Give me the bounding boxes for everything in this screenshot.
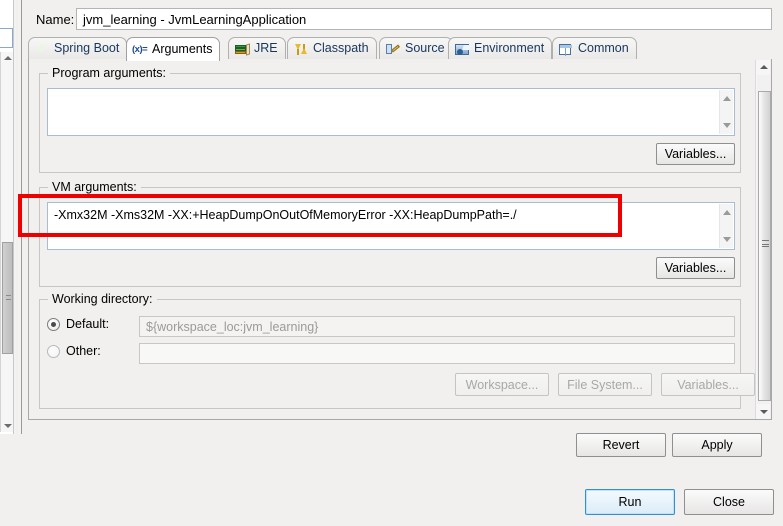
program-arguments-legend: Program arguments:	[48, 66, 170, 80]
arguments-tab-panel: Program arguments: Variables... VM argum…	[28, 59, 772, 420]
revert-button-label: Revert	[602, 438, 640, 452]
program-arguments-variables-label: Variables...	[664, 147, 727, 161]
vm-arguments-legend: VM arguments:	[48, 180, 141, 194]
apply-button[interactable]: Apply	[672, 433, 762, 457]
working-directory-variables-label: Variables...	[677, 377, 739, 392]
scroll-up-icon[interactable]	[756, 60, 771, 74]
run-button[interactable]: Run	[585, 489, 675, 515]
name-input[interactable]: jvm_learning - JvmLearningApplication	[76, 8, 772, 30]
scrollbar-grip-icon	[762, 240, 769, 247]
tab-jre-label: JRE	[254, 41, 278, 55]
working-directory-other-field[interactable]	[139, 343, 735, 364]
tab-jre[interactable]: JRE	[228, 37, 286, 60]
classpath-arrows-icon	[294, 42, 309, 57]
scrollbar-thumb[interactable]	[758, 91, 771, 401]
common-table-icon	[559, 42, 574, 57]
left-panel-scrollbar[interactable]	[0, 52, 13, 432]
tab-classpath-label: Classpath	[313, 41, 369, 55]
tab-environment-label: Environment	[474, 41, 545, 55]
scrollbar-track[interactable]	[757, 75, 771, 404]
vm-arguments-input[interactable]: -Xmx32M -Xms32M -XX:+HeapDumpOnOutOfMemo…	[47, 202, 735, 250]
tab-strip: Spring Boot (x)= Arguments JRE Classpath	[28, 37, 772, 61]
revert-button[interactable]: Revert	[576, 433, 666, 457]
environment-icon	[455, 42, 470, 57]
working-directory-other-radio[interactable]: Other:	[47, 344, 101, 358]
name-input-value: jvm_learning - JvmLearningApplication	[83, 12, 307, 27]
scroll-down-icon[interactable]	[3, 422, 12, 431]
tab-arguments[interactable]: (x)= Arguments	[126, 37, 221, 61]
left-panel-filter-field[interactable]	[0, 28, 13, 48]
arguments-panel-scrollbar[interactable]	[755, 60, 771, 419]
arguments-variable-icon: (x)=	[132, 44, 148, 55]
tab-source-label: Source	[405, 41, 445, 55]
tab-source[interactable]: Source	[379, 37, 453, 60]
tab-spring-boot-label: Spring Boot	[54, 41, 120, 55]
scroll-down-icon[interactable]	[723, 237, 731, 242]
source-pencil-icon	[386, 42, 401, 57]
panel-divider	[16, 0, 18, 434]
workspace-button[interactable]: Workspace...	[455, 373, 549, 396]
left-panel-scrollbar-thumb[interactable]	[2, 242, 13, 354]
program-arguments-input[interactable]	[47, 88, 735, 136]
apply-button-label: Apply	[701, 438, 733, 452]
working-directory-group: Working directory: Default: ${workspace_…	[39, 292, 755, 409]
program-arguments-variables-button[interactable]: Variables...	[656, 143, 735, 165]
working-directory-legend: Working directory:	[48, 292, 157, 306]
working-directory-default-label: Default:	[66, 317, 110, 331]
radio-unselected-icon	[47, 344, 60, 358]
scroll-up-icon[interactable]	[723, 96, 731, 101]
tab-common[interactable]: Common	[552, 37, 637, 60]
working-directory-default-value: ${workspace_loc:jvm_learning}	[146, 320, 319, 334]
name-label: Name:	[36, 12, 75, 27]
jre-books-icon	[235, 42, 250, 57]
working-directory-default-radio[interactable]: Default:	[47, 317, 109, 331]
workspace-button-label: Workspace...	[465, 377, 539, 392]
working-directory-variables-button[interactable]: Variables...	[661, 373, 755, 396]
tab-spring-boot[interactable]: Spring Boot	[28, 37, 128, 60]
scroll-up-icon[interactable]	[3, 53, 12, 62]
tab-environment[interactable]: Environment	[448, 37, 553, 60]
program-arguments-group: Program arguments: Variables...	[39, 66, 741, 173]
scroll-down-icon[interactable]	[723, 123, 731, 128]
launch-configuration-dialog: Name: jvm_learning - JvmLearningApplicat…	[0, 0, 783, 526]
spring-boot-icon	[35, 42, 50, 57]
scrollbar-grip-icon	[6, 295, 11, 300]
vm-arguments-scrollbar[interactable]	[719, 204, 733, 248]
scroll-down-icon[interactable]	[756, 405, 771, 419]
dialog-main: Name: jvm_learning - JvmLearningApplicat…	[22, 0, 783, 526]
working-directory-default-field: ${workspace_loc:jvm_learning}	[139, 316, 735, 337]
left-panel-background	[0, 0, 14, 434]
tab-common-label: Common	[578, 41, 629, 55]
radio-selected-icon	[47, 317, 60, 331]
name-row: Name: jvm_learning - JvmLearningApplicat…	[36, 8, 772, 32]
vm-arguments-value: -Xmx32M -Xms32M -XX:+HeapDumpOnOutOfMemo…	[54, 208, 517, 222]
vm-arguments-variables-button[interactable]: Variables...	[656, 257, 735, 279]
program-arguments-scrollbar[interactable]	[719, 90, 733, 134]
left-clipped-panel	[0, 0, 22, 434]
file-system-button-label: File System...	[567, 377, 643, 392]
tab-classpath[interactable]: Classpath	[287, 37, 377, 60]
run-button-label: Run	[618, 495, 642, 509]
close-button[interactable]: Close	[684, 489, 774, 515]
file-system-button[interactable]: File System...	[558, 373, 652, 396]
close-button-label: Close	[713, 495, 745, 509]
working-directory-other-label: Other:	[66, 344, 101, 358]
vm-arguments-group: VM arguments: -Xmx32M -Xms32M -XX:+HeapD…	[39, 180, 741, 287]
scroll-up-icon[interactable]	[723, 210, 731, 215]
vm-arguments-variables-label: Variables...	[664, 261, 727, 275]
tab-arguments-label: Arguments	[152, 41, 213, 56]
